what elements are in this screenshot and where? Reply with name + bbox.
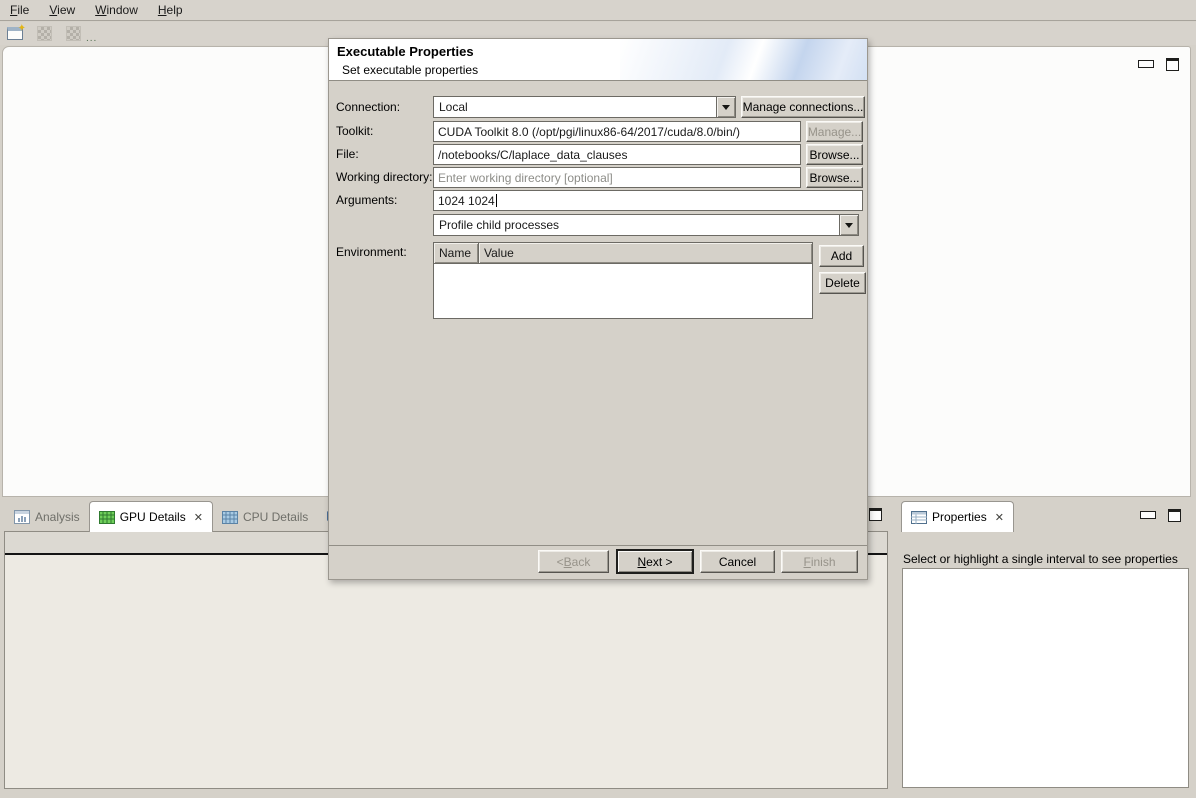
manage-toolkit-button: Manage... [806, 121, 863, 142]
file-label: File: [336, 147, 359, 161]
maximize-icon[interactable] [1166, 58, 1179, 71]
dialog-subtitle: Set executable properties [342, 63, 478, 77]
properties-icon [911, 510, 927, 524]
close-icon[interactable]: ✕ [194, 511, 203, 524]
disabled-tool-icon [66, 26, 81, 41]
executable-properties-dialog: Executable Properties Set executable pro… [328, 38, 868, 580]
arguments-input[interactable]: 1024 1024 [433, 190, 863, 211]
menu-view[interactable]: View [39, 1, 85, 20]
maximize-icon[interactable] [1168, 509, 1181, 522]
tab-properties[interactable]: Properties ✕ [901, 501, 1014, 532]
menu-bar: File View Window Help [0, 0, 1196, 21]
toolbar-disabled-button-2 [63, 25, 83, 43]
tab-cpu-details[interactable]: CPU Details [213, 503, 317, 531]
new-session-button[interactable]: ✦ [5, 25, 25, 43]
dialog-banner: Executable Properties Set executable pro… [329, 39, 867, 81]
column-header-value[interactable]: Value [479, 243, 812, 263]
close-icon[interactable]: ✕ [995, 511, 1004, 524]
toolbar-disabled-button-1 [34, 25, 54, 43]
delete-environment-button[interactable]: Delete [819, 272, 866, 294]
file-input[interactable] [433, 144, 801, 165]
gpu-details-icon [99, 510, 115, 524]
tab-label: GPU Details [120, 510, 186, 524]
dialog-button-bar: < Back Next > Cancel Finish [329, 545, 867, 579]
arguments-label: Arguments: [336, 193, 397, 207]
menu-window[interactable]: Window [85, 1, 148, 20]
connection-label: Connection: [336, 100, 400, 114]
toolbar-overflow-dots: ... [86, 33, 97, 44]
browse-file-button[interactable]: Browse... [806, 144, 863, 165]
maximize-icon[interactable] [869, 508, 882, 521]
cpu-details-icon [222, 510, 238, 524]
minimize-icon[interactable] [1138, 60, 1154, 68]
connection-dropdown-button[interactable] [716, 97, 735, 117]
menu-file[interactable]: File [6, 1, 39, 20]
environment-table[interactable]: Name Value [433, 242, 813, 319]
properties-empty-box [902, 568, 1189, 788]
finish-button: Finish [781, 550, 858, 573]
next-button[interactable]: Next > [616, 549, 694, 574]
browse-working-directory-button[interactable]: Browse... [806, 167, 863, 188]
menu-help[interactable]: Help [148, 1, 193, 20]
arguments-value: 1024 1024 [438, 194, 495, 208]
working-directory-input[interactable] [433, 167, 801, 188]
tab-analysis[interactable]: Analysis [5, 503, 89, 531]
manage-connections-button[interactable]: Manage connections... [741, 96, 865, 118]
disabled-tool-icon [37, 26, 52, 41]
tab-label: Analysis [35, 510, 80, 524]
new-session-icon: ✦ [7, 27, 23, 40]
tab-gpu-details[interactable]: GPU Details ✕ [89, 501, 213, 532]
working-directory-label: Working directory: [336, 170, 432, 184]
cancel-button[interactable]: Cancel [700, 550, 775, 573]
properties-panel: Properties ✕ Select or highlight a singl… [898, 498, 1194, 791]
chevron-down-icon [845, 223, 853, 232]
tab-label: CPU Details [243, 510, 308, 524]
tab-label: Properties [932, 510, 987, 524]
toolkit-label: Toolkit: [336, 124, 373, 138]
add-environment-button[interactable]: Add [819, 245, 864, 267]
environment-table-header: Name Value [434, 243, 812, 264]
column-header-name[interactable]: Name [434, 243, 479, 263]
profile-child-processes-value: Profile child processes [434, 215, 839, 235]
minimize-icon[interactable] [1140, 511, 1156, 519]
back-button: < Back [538, 550, 609, 573]
environment-label: Environment: [336, 245, 407, 259]
chevron-down-icon [722, 105, 730, 114]
toolkit-input[interactable] [433, 121, 801, 142]
connection-combo[interactable]: Local [433, 96, 736, 118]
analysis-icon [14, 510, 30, 524]
dialog-title: Executable Properties [337, 44, 474, 59]
profile-child-processes-combo[interactable]: Profile child processes [433, 214, 859, 236]
profile-dropdown-button[interactable] [839, 215, 858, 235]
connection-value: Local [434, 97, 716, 117]
text-caret [496, 194, 497, 207]
properties-message: Select or highlight a single interval to… [903, 552, 1178, 566]
